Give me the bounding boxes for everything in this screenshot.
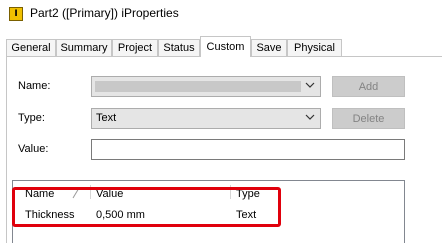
- inventor-app-icon: I: [9, 7, 23, 21]
- window-title: Part2 ([Primary]) iProperties: [30, 6, 179, 20]
- type-label: Type:: [18, 112, 45, 124]
- tab-summary[interactable]: Summary: [56, 39, 112, 56]
- name-combobox-value: [95, 81, 301, 92]
- title-bar: I Part2 ([Primary]) iProperties: [0, 0, 442, 30]
- type-combobox[interactable]: Text: [91, 108, 321, 129]
- tab-physical[interactable]: Physical: [287, 39, 342, 56]
- name-combobox[interactable]: [91, 76, 321, 97]
- tab-project[interactable]: Project: [112, 39, 158, 56]
- highlight-annotation: [12, 187, 281, 227]
- tab-status[interactable]: Status: [158, 39, 200, 56]
- chevron-down-icon: [305, 114, 315, 120]
- value-input[interactable]: [91, 139, 405, 160]
- value-label: Value:: [18, 143, 49, 155]
- tab-general[interactable]: General: [6, 39, 56, 56]
- chevron-down-icon: [305, 82, 315, 88]
- tab-save[interactable]: Save: [251, 39, 287, 56]
- name-label: Name:: [18, 80, 51, 92]
- type-combobox-value: Text: [96, 112, 117, 124]
- tab-custom[interactable]: Custom: [200, 36, 251, 57]
- add-button[interactable]: Add: [332, 76, 405, 97]
- delete-button[interactable]: Delete: [332, 108, 405, 129]
